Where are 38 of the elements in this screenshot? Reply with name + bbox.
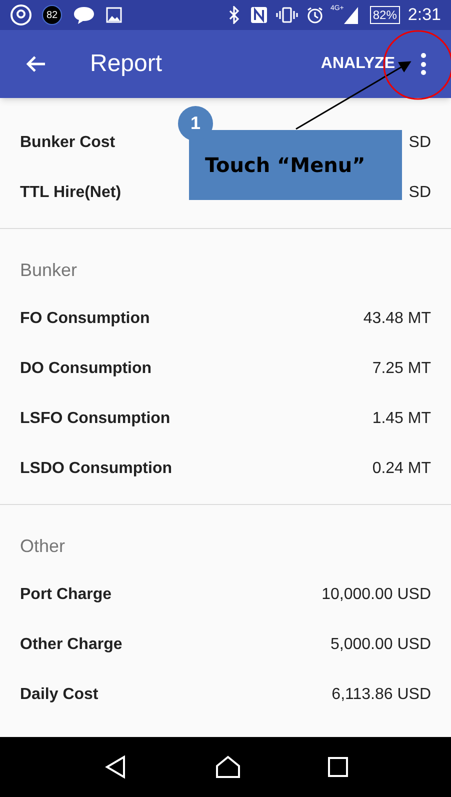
back-icon[interactable] — [104, 755, 128, 779]
vibrate-icon — [276, 6, 298, 24]
row-label: TTL Hire(Net) — [20, 183, 122, 203]
row-value: 0.24 MT — [372, 459, 431, 479]
row-value: 10,000.00 USD — [322, 585, 431, 605]
home-icon[interactable] — [214, 755, 240, 779]
screen-title: Report — [90, 49, 162, 79]
image-icon — [106, 7, 122, 23]
row-value: 7.25 MT — [372, 359, 431, 379]
section-header: Bunker — [20, 258, 78, 282]
row-label: FO Consumption — [20, 309, 150, 329]
section-header: Other — [20, 534, 66, 558]
nfc-icon — [250, 6, 268, 24]
row-value: 5,000.00 USD — [330, 635, 431, 655]
app-icon — [10, 4, 32, 26]
overflow-menu-icon[interactable] — [419, 53, 427, 75]
row-label: LSDO Consumption — [20, 459, 172, 479]
battery-indicator: 82% — [370, 6, 400, 24]
signal-icon — [344, 6, 358, 24]
bluetooth-icon — [228, 6, 240, 24]
step-number-badge: 1 — [178, 106, 213, 141]
row-label: LSFO Consumption — [20, 409, 170, 429]
recents-icon[interactable] — [328, 757, 348, 777]
row-label: DO Consumption — [20, 359, 152, 379]
row-value: 43.48 MT — [363, 309, 431, 329]
row-value: 1.45 MT — [372, 409, 431, 429]
row-value: 6,113.86 USD — [332, 685, 431, 705]
row-label: Daily Cost — [20, 685, 98, 705]
row-label: Other Charge — [20, 635, 122, 655]
row-value: SD — [408, 183, 431, 203]
callout-box: Touch “Menu” — [189, 130, 402, 200]
row-label: Port Charge — [20, 585, 112, 605]
row-label: Bunker Cost — [20, 133, 116, 153]
chat-bubble-icon — [72, 5, 96, 25]
clock-time: 2:31 — [408, 4, 441, 26]
row-value: SD — [408, 133, 431, 153]
alarm-icon — [306, 6, 324, 24]
notification-badge: 82 — [42, 5, 62, 25]
